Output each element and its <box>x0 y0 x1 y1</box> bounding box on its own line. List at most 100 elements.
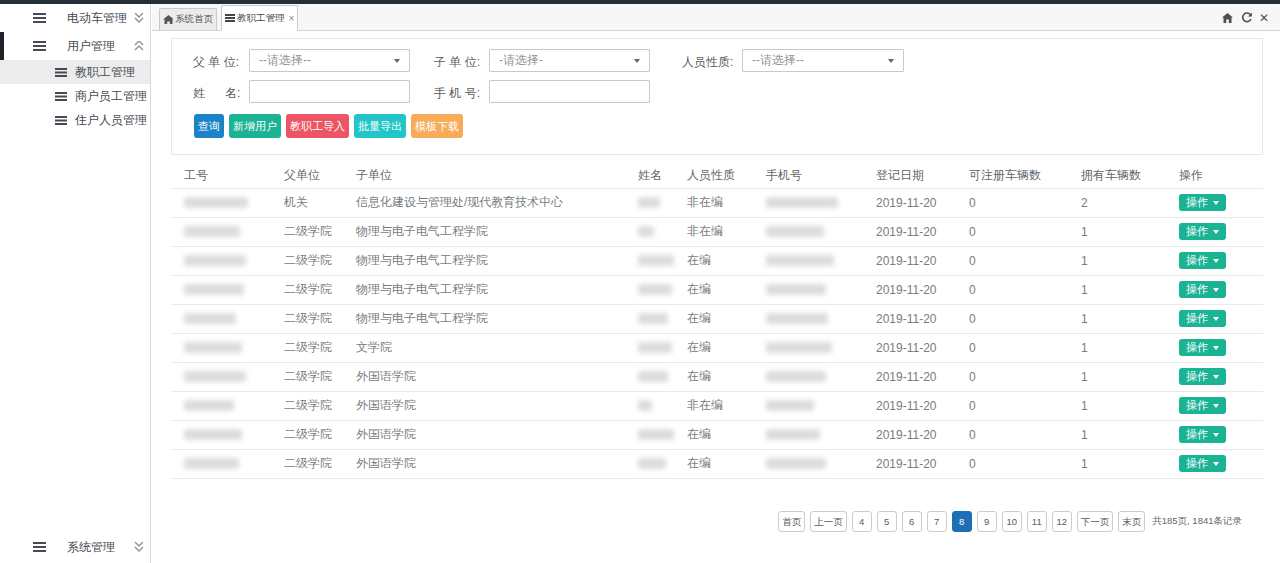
page-button-12[interactable]: 12 <box>1052 511 1072 532</box>
cell-reg-date: 2019-11-20 <box>863 420 956 449</box>
input-phone[interactable] <box>489 80 650 103</box>
cell-employee-id <box>171 217 271 246</box>
select-value: --请选择-- <box>259 52 311 69</box>
caret-down-icon <box>1213 201 1219 205</box>
sidebar-item-system[interactable]: 系统管理 <box>0 533 150 561</box>
row-action-button[interactable]: 操作 <box>1179 426 1226 443</box>
caret-down-icon <box>1213 375 1219 379</box>
row-action-button[interactable]: 操作 <box>1179 281 1226 298</box>
cell-name <box>625 333 674 362</box>
form-label: 手 机 号: <box>434 85 480 102</box>
refresh-icon[interactable] <box>1240 12 1252 23</box>
cell-person-type: 在编 <box>674 275 753 304</box>
row-action-button[interactable]: 操作 <box>1179 455 1226 472</box>
close-icon[interactable]: ✕ <box>1259 11 1269 25</box>
cell-sub-unit: 物理与电子电气工程学院 <box>343 217 625 246</box>
row-action-button[interactable]: 操作 <box>1179 339 1226 356</box>
page-button-8[interactable]: 8 <box>952 511 972 532</box>
sidebar: 电动车管理用户管理教职工管理商户员工管理住户人员管理 系统管理 <box>0 4 151 563</box>
menu-icon <box>33 13 46 23</box>
page-button-6[interactable]: 6 <box>902 511 922 532</box>
cell-sub-unit: 外国语学院 <box>343 362 625 391</box>
page-button-9[interactable]: 9 <box>977 511 997 532</box>
table-row: 二级学院物理与电子电气工程学院在编2019-11-2001操作 <box>171 304 1263 333</box>
page-button-11[interactable]: 11 <box>1027 511 1047 532</box>
redacted-name <box>638 342 672 353</box>
table-row: 二级学院文学院在编2019-11-2001操作 <box>171 333 1263 362</box>
tab-系统首页[interactable]: 系统首页 <box>159 8 217 30</box>
cell-reg-date: 2019-11-20 <box>863 333 956 362</box>
query-button[interactable]: 查询 <box>194 114 224 138</box>
action-label: 操作 <box>1186 282 1208 297</box>
chevron-double-up-icon <box>134 41 144 51</box>
column-header: 人员性质 <box>674 163 753 188</box>
page-button-首页[interactable]: 首页 <box>778 511 805 532</box>
form-label: 父 单 位: <box>193 54 239 71</box>
redacted-phone <box>766 284 826 295</box>
cell-person-type: 在编 <box>674 420 753 449</box>
action-label: 操作 <box>1186 340 1208 355</box>
sidebar-item-1[interactable]: 用户管理 <box>0 32 150 60</box>
cell-employee-id <box>171 391 271 420</box>
redacted-name <box>638 313 668 324</box>
home-icon[interactable] <box>1222 13 1233 23</box>
cell-employee-id <box>171 420 271 449</box>
select-1[interactable]: -请选择- <box>489 49 650 72</box>
cell-reg-date: 2019-11-20 <box>863 449 956 478</box>
column-header: 操作 <box>1166 163 1263 188</box>
page-button-上一页[interactable]: 上一页 <box>810 511 847 532</box>
cell-sub-unit: 外国语学院 <box>343 449 625 478</box>
cell-sub-unit: 物理与电子电气工程学院 <box>343 246 625 275</box>
page-button-下一页[interactable]: 下一页 <box>1077 511 1114 532</box>
cell-owned-count: 1 <box>1068 217 1166 246</box>
cell-phone <box>753 420 863 449</box>
import-staff-button[interactable]: 教职工导入 <box>286 114 349 138</box>
row-action-button[interactable]: 操作 <box>1179 368 1226 385</box>
batch-export-button[interactable]: 批量导出 <box>354 114 406 138</box>
cell-person-type: 非在编 <box>674 391 753 420</box>
cell-name <box>625 420 674 449</box>
table-row: 机关信息化建设与管理处/现代教育技术中心非在编2019-11-2002操作 <box>171 188 1263 217</box>
select-2[interactable]: --请选择-- <box>742 49 904 72</box>
close-tab-icon[interactable]: × <box>289 13 295 24</box>
cell-parent-unit: 二级学院 <box>271 362 343 391</box>
page-button-4[interactable]: 4 <box>852 511 872 532</box>
page-button-7[interactable]: 7 <box>927 511 947 532</box>
sidebar-subitem-教职工管理[interactable]: 教职工管理 <box>0 60 150 84</box>
sidebar-item-label: 电动车管理 <box>67 10 127 27</box>
tab-教职工管理[interactable]: 教职工管理× <box>221 5 298 31</box>
page-button-5[interactable]: 5 <box>877 511 897 532</box>
cell-phone <box>753 275 863 304</box>
add-user-button[interactable]: 新增用户 <box>229 114 281 138</box>
input-name[interactable] <box>249 80 410 103</box>
row-action-button[interactable]: 操作 <box>1179 397 1226 414</box>
select-0[interactable]: --请选择-- <box>249 49 410 72</box>
template-download-button[interactable]: 模板下载 <box>411 114 463 138</box>
sidebar-subitem-住户人员管理[interactable]: 住户人员管理 <box>0 108 150 132</box>
cell-owned-count: 1 <box>1068 391 1166 420</box>
cell-registerable-count: 0 <box>956 391 1068 420</box>
row-action-button[interactable]: 操作 <box>1179 310 1226 327</box>
cell-owned-count: 1 <box>1068 449 1166 478</box>
form-label: 子 单 位: <box>434 54 480 71</box>
redacted-employee-id <box>184 342 242 353</box>
row-action-button[interactable]: 操作 <box>1179 252 1226 269</box>
sidebar-item-0[interactable]: 电动车管理 <box>0 4 150 32</box>
page-button-10[interactable]: 10 <box>1002 511 1022 532</box>
sidebar-item-label: 系统管理 <box>67 539 115 556</box>
cell-owned-count: 1 <box>1068 246 1166 275</box>
row-action-button[interactable]: 操作 <box>1179 223 1226 240</box>
main-area: 系统首页教职工管理× ✕ 父 单 位: --请选择-- 子 单 位: -请选择- 人员性… <box>152 4 1280 563</box>
caret-down-icon <box>634 59 640 63</box>
row-action-button[interactable]: 操作 <box>1179 194 1226 211</box>
page-button-末页[interactable]: 末页 <box>1118 511 1145 532</box>
cell-person-type: 在编 <box>674 362 753 391</box>
caret-down-icon <box>394 59 400 63</box>
redacted-name <box>638 371 668 382</box>
action-label: 操作 <box>1186 456 1208 471</box>
cell-parent-unit: 二级学院 <box>271 304 343 333</box>
sidebar-subitem-商户员工管理[interactable]: 商户员工管理 <box>0 84 150 108</box>
cell-reg-date: 2019-11-20 <box>863 246 956 275</box>
form-label: 姓 名: <box>193 85 240 102</box>
redacted-phone <box>766 226 824 237</box>
